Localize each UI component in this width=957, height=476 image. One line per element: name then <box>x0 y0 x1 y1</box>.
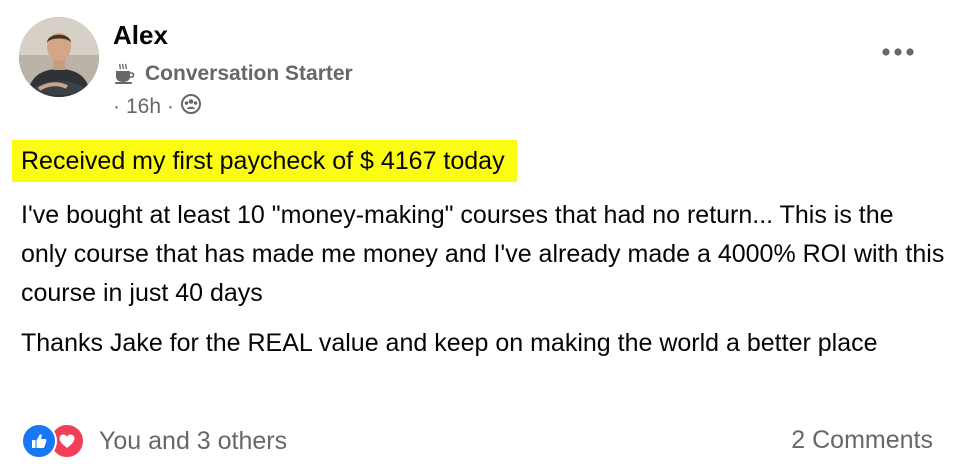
group-icon <box>180 93 202 121</box>
post-paragraph: I've bought at least 10 "money-making" c… <box>21 201 945 307</box>
post-paragraph: Thanks Jake for the REAL value and keep … <box>21 329 878 357</box>
author-photo <box>19 17 99 97</box>
like-icon <box>21 423 57 459</box>
separator-dot: · <box>167 95 175 118</box>
highlighted-headline: Received my first paycheck of $ 4167 tod… <box>12 140 517 182</box>
more-options-button[interactable] <box>876 38 920 66</box>
reactions-summary[interactable]: You and 3 others <box>21 423 287 459</box>
author-name[interactable]: Alex <box>113 20 168 51</box>
coffee-cup-icon <box>113 62 137 86</box>
avatar[interactable] <box>19 17 99 97</box>
post-card: Alex Conversation Starter · 16h · Receiv… <box>0 0 957 476</box>
comments-count-link[interactable]: 2 Comments <box>791 426 933 455</box>
separator-dot: · <box>113 95 120 118</box>
more-icon <box>882 48 914 56</box>
badge-label: Conversation Starter <box>145 62 353 85</box>
post-meta: · 16h · <box>113 93 202 121</box>
member-badge[interactable]: Conversation Starter <box>113 62 353 86</box>
post-timestamp[interactable]: 16h <box>126 95 161 119</box>
reactors-text: You and 3 others <box>99 426 288 455</box>
